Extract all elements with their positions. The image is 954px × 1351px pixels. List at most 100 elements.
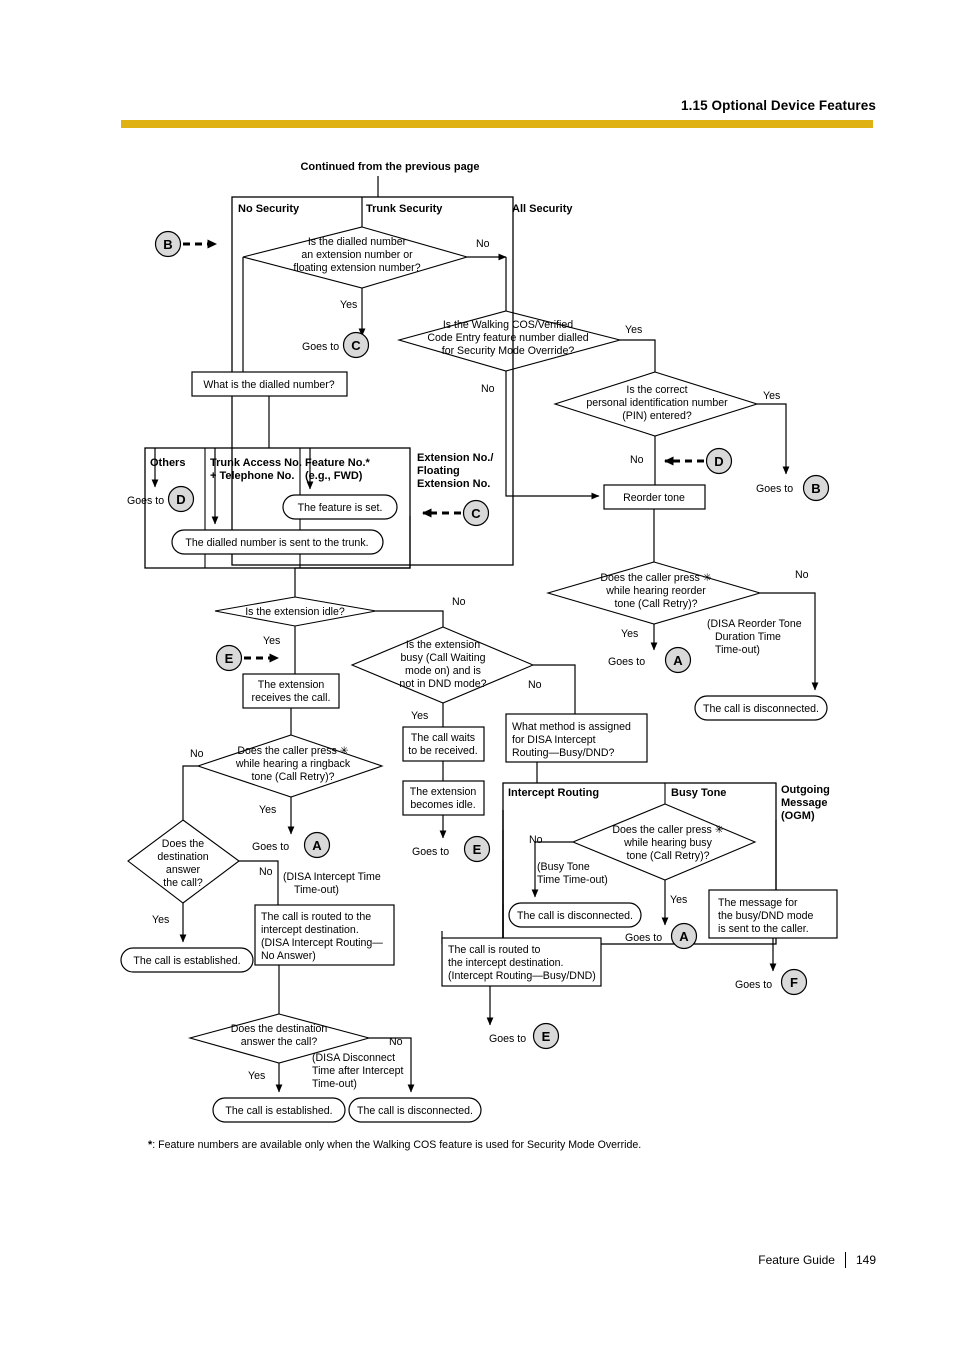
label-d6-no: No xyxy=(528,679,542,691)
label-goesto-c1: Goes to xyxy=(302,341,339,353)
connector-c-out-label: C xyxy=(351,338,361,353)
label-no-security: No Security xyxy=(238,203,300,215)
decision-ext-busy-line2: busy (Call Waiting xyxy=(401,652,486,664)
decision-ext-busy-line1: Is the extension xyxy=(406,639,480,651)
process-routed-bd-1: The call is routed to xyxy=(448,944,541,956)
label-ogm-1: Outgoing xyxy=(781,784,830,796)
footnote: *: Feature numbers are available only wh… xyxy=(148,1139,641,1151)
label-d7-yes: Yes xyxy=(259,804,276,816)
process-ext-idle-2: becomes idle. xyxy=(410,799,475,811)
note-intercept-2: Time-out) xyxy=(294,884,339,896)
decision-wcos-line1: Is the Walking COS/Verified xyxy=(443,319,573,331)
decision-dest-1-line1: Does the xyxy=(162,838,205,850)
note-reorder-3: Time-out) xyxy=(715,644,760,656)
decision-dest-2-line1: Does the destination xyxy=(231,1023,328,1035)
decision-busy-retry-line2: while hearing busy xyxy=(623,837,712,849)
label-goesto-e1: Goes to xyxy=(412,846,449,858)
decision-dest-1-line3: answer xyxy=(166,864,201,876)
line-d5-no xyxy=(376,610,444,627)
process-routed-na-3: (DISA Intercept Routing— xyxy=(261,937,383,949)
label-d5-yes: Yes xyxy=(263,635,280,647)
process-msg-1: The message for xyxy=(718,897,798,909)
process-msg-3: is sent to the caller. xyxy=(718,923,809,935)
label-trunk-security: Trunk Security xyxy=(366,203,443,215)
connector-d-out-label: D xyxy=(176,492,185,507)
label-goesto-f: Goes to xyxy=(735,979,772,991)
terminal-established-1-label: The call is established. xyxy=(133,955,240,967)
label-ext-1: Extension No./ xyxy=(417,452,493,464)
connector-a-out-3-label: A xyxy=(679,929,689,944)
note-busytone-1: (Busy Tone xyxy=(537,861,590,873)
decision-ringback-line2: while hearing a ringback xyxy=(235,758,351,770)
decision-dest-2-line2: answer the call? xyxy=(241,1036,318,1048)
label-d1-yes: Yes xyxy=(340,299,357,311)
label-feature-eg: (e.g., FWD) xyxy=(305,470,363,482)
label-d4-no: No xyxy=(795,569,809,581)
line-ext-to-idle xyxy=(294,516,411,597)
connector-e-out-1-label: E xyxy=(473,842,482,857)
decision-ringback-line3: tone (Call Retry)? xyxy=(251,771,334,783)
note-disconnect-1: (DISA Disconnect xyxy=(312,1052,395,1064)
process-routed-bd-2: the intercept destination. xyxy=(448,957,563,969)
label-d3-yes: Yes xyxy=(763,390,780,402)
decision-busy-retry-line3: tone (Call Retry)? xyxy=(626,850,709,862)
label-intercept-routing: Intercept Routing xyxy=(508,787,599,799)
decision-reorder-retry-line2: while hearing reorder xyxy=(605,585,706,597)
terminal-disconnected-3-label: The call is disconnected. xyxy=(517,910,633,922)
line-d2-no xyxy=(505,371,600,500)
footer-guide-label: Feature Guide xyxy=(758,1253,835,1267)
label-d9-yes: Yes xyxy=(248,1070,265,1082)
label-d10-no: No xyxy=(529,834,543,846)
connector-b-out-label: B xyxy=(811,481,820,496)
process-routed-na-1: The call is routed to the xyxy=(261,911,371,923)
label-d2-yes: Yes xyxy=(625,324,642,336)
decision-ext-busy-line3: mode on) and is xyxy=(405,665,481,677)
label-busy-tone: Busy Tone xyxy=(671,787,726,799)
connector-a-out-2-label: A xyxy=(312,838,322,853)
process-ext-receives-2: receives the call. xyxy=(252,692,331,704)
label-d8-yes: Yes xyxy=(152,914,169,926)
connector-e-out-2-label: E xyxy=(542,1029,551,1044)
decision-dest-1-line2: destination xyxy=(157,851,208,863)
label-d3-no: No xyxy=(630,454,644,466)
line-intercept-branch xyxy=(443,810,504,945)
label-d6-yes: Yes xyxy=(411,710,428,722)
page-footer: Feature Guide 149 xyxy=(758,1252,876,1268)
label-ext-2: Floating xyxy=(417,465,460,477)
note-disconnect-2: Time after Intercept xyxy=(312,1065,404,1077)
connector-a-out-1-label: A xyxy=(673,653,683,668)
label-d7-no: No xyxy=(190,748,204,760)
label-d8-no: No xyxy=(259,866,273,878)
connector-e-in-label: E xyxy=(225,651,234,666)
decision-ext-busy-line4: not in DND mode? xyxy=(399,678,486,690)
note-reorder-2: Duration Time xyxy=(715,631,781,643)
label-d5-no: No xyxy=(452,596,466,608)
terminal-established-2-label: The call is established. xyxy=(225,1105,332,1117)
decision-dialled-line1: Is the dialled number xyxy=(308,236,407,248)
process-method-3: Routing—Busy/DND? xyxy=(512,747,615,759)
process-msg-2: the busy/DND mode xyxy=(718,910,813,922)
label-d2-no: No xyxy=(481,383,495,395)
decision-wcos-line3: for Security Mode Override? xyxy=(442,345,575,357)
line-d2-yes xyxy=(620,339,656,372)
decision-pin-line1: Is the correct xyxy=(626,384,687,396)
decision-dialled-line3: floating extension number? xyxy=(293,262,420,274)
label-goesto-d: Goes to xyxy=(127,495,164,507)
continued-label: Continued from the previous page xyxy=(300,161,479,173)
terminal-disconnected-1-label: The call is disconnected. xyxy=(703,703,819,715)
decision-dest-1-line4: the call? xyxy=(163,877,203,889)
process-routed-na-4: No Answer) xyxy=(261,950,316,962)
page-root: 1.15 Optional Device Features Continued … xyxy=(0,0,954,1351)
process-method-1: What method is assigned xyxy=(512,721,631,733)
footer-divider xyxy=(844,1252,846,1268)
connector-d-in-label: D xyxy=(714,454,723,469)
decision-reorder-retry-line1: Does the caller press ✳ xyxy=(600,572,711,584)
process-what-dialled-label: What is the dialled number? xyxy=(203,379,334,391)
terminal-disconnected-2-label: The call is disconnected. xyxy=(357,1105,473,1117)
decision-dialled-line2: an extension number or xyxy=(301,249,413,261)
note-busytone-2: Time Time-out) xyxy=(537,874,608,886)
label-ext-3: Extension No. xyxy=(417,478,490,490)
label-d1-no: No xyxy=(476,238,490,250)
process-call-waits-2: to be received. xyxy=(408,745,478,757)
decision-busy-retry-line1: Does the caller press ✳ xyxy=(612,824,723,836)
